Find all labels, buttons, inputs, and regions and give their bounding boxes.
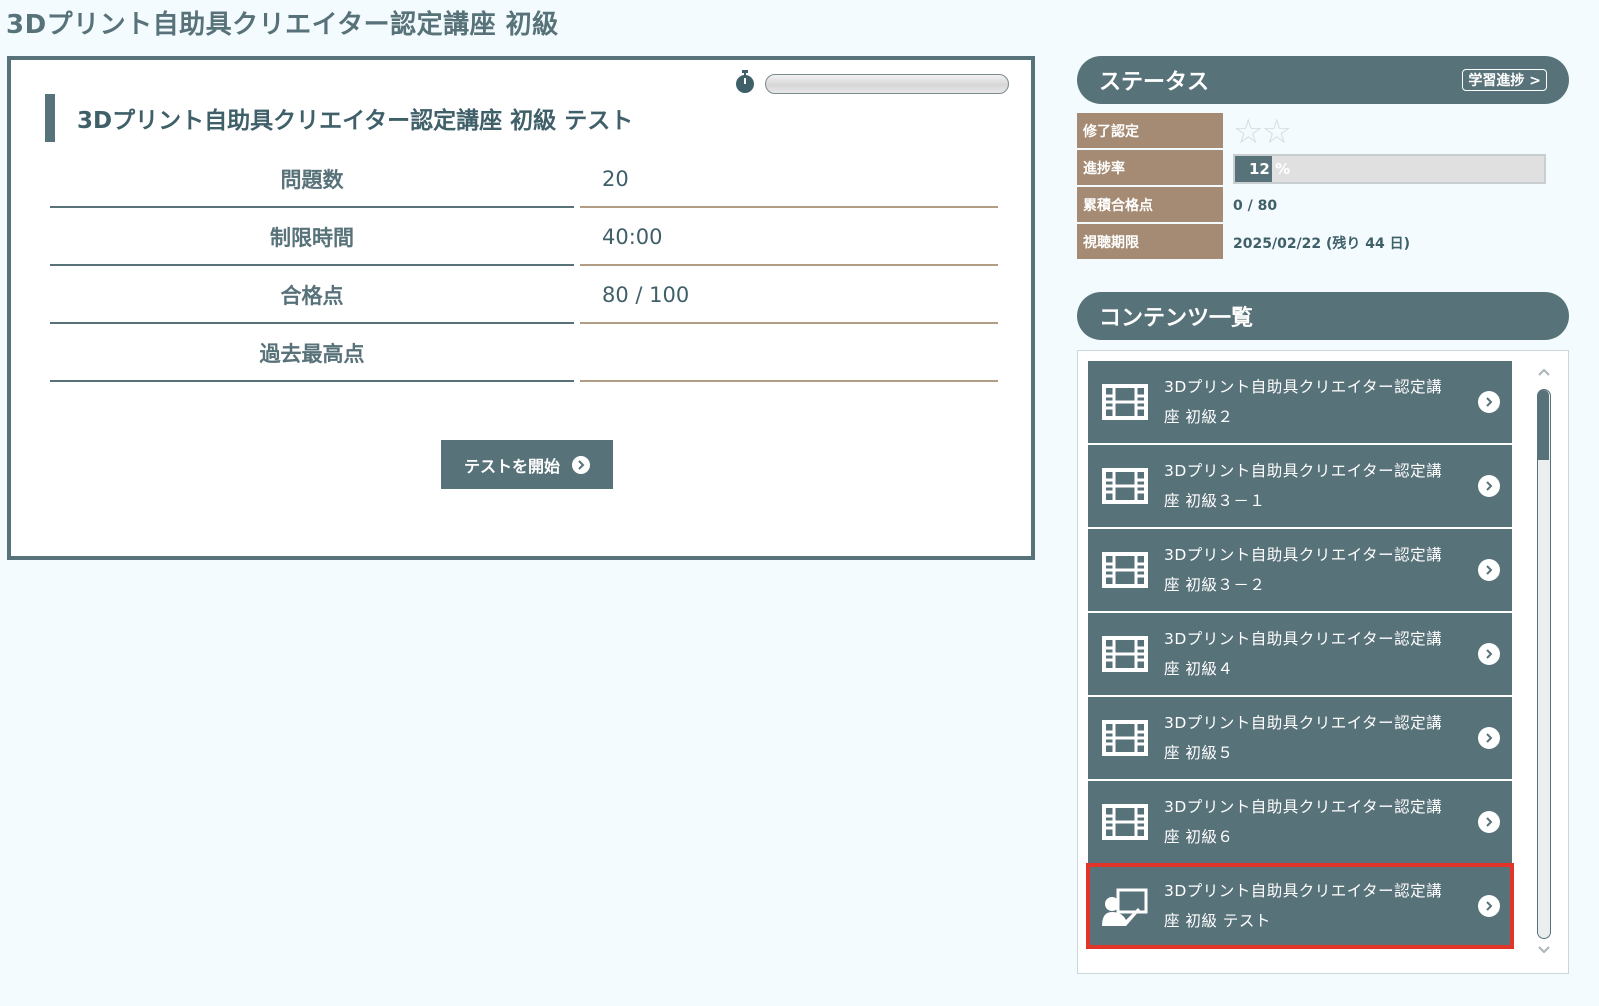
start-test-button[interactable]: テストを開始 (441, 440, 613, 489)
completion-label: 修了認定 (1077, 113, 1223, 148)
content-item-title: 3Dプリント自助具クリエイター認定講座 初級３－１ (1164, 462, 1443, 510)
status-row-score: 累積合格点 0 / 80 (1077, 187, 1557, 224)
content-item-title: 3Dプリント自助具クリエイター認定講座 初級６ (1164, 798, 1443, 846)
test-title: 3Dプリント自助具クリエイター認定講座 初級 テスト (77, 108, 634, 134)
content-item[interactable]: 3Dプリント自助具クリエイター認定講座 初級４ (1088, 613, 1512, 695)
film-icon (1102, 802, 1148, 842)
test-panel: 3Dプリント自助具クリエイター認定講座 初級 テスト 問題数 20 制限時間 4… (7, 56, 1035, 560)
table-row: 過去最高点 (50, 326, 1001, 384)
start-test-label: テストを開始 (463, 456, 560, 476)
teacher-board-icon (1102, 886, 1148, 926)
chevron-right-circle-icon (1478, 895, 1500, 917)
viewing-period-value: 2025/02/22 (残り 44 日) (1233, 235, 1411, 252)
best-score-label: 過去最高点 (50, 326, 574, 382)
stopwatch-icon (736, 70, 754, 93)
contents-header-title: コンテンツ一覧 (1099, 306, 1254, 331)
film-icon (1102, 382, 1148, 422)
content-item-title: 3Dプリント自助具クリエイター認定講座 初級４ (1164, 630, 1443, 678)
progress-bar: 12 % (1233, 153, 1546, 184)
scrollbar[interactable] (1533, 361, 1555, 961)
status-row-completion: 修了認定 ☆ ☆ (1077, 113, 1557, 150)
completion-stars: ☆ ☆ (1223, 113, 1557, 150)
chevron-right-circle-icon (572, 455, 590, 474)
star-empty-icon: ☆ (1233, 111, 1264, 152)
content-item-title: 3Dプリント自助具クリエイター認定講座 初級２ (1164, 378, 1443, 426)
content-list: 3Dプリント自助具クリエイター認定講座 初級２ 3Dプリント自助具クリエイター認定… (1077, 350, 1569, 974)
content-item[interactable]: 3Dプリント自助具クリエイター認定講座 初級３－２ (1088, 529, 1512, 611)
progress-text: 12 % (1249, 159, 1291, 178)
passing-score-value: 80 / 100 (580, 268, 998, 324)
progress-label: 進捗率 (1077, 150, 1223, 185)
content-item-title: 3Dプリント自助具クリエイター認定講座 初級 テスト (1164, 882, 1443, 930)
page-title: 3Dプリント自助具クリエイター認定講座 初級 (6, 10, 559, 40)
timer-bar (765, 74, 1009, 94)
content-item-title: 3Dプリント自助具クリエイター認定講座 初級５ (1164, 714, 1443, 762)
status-row-progress: 進捗率 12 % (1077, 150, 1557, 187)
chevron-right-circle-icon (1478, 643, 1500, 665)
film-icon (1102, 634, 1148, 674)
scroll-down-icon[interactable] (1537, 945, 1551, 955)
scroll-thumb[interactable] (1537, 389, 1551, 939)
best-score-value (580, 326, 998, 382)
star-empty-icon: ☆ (1261, 111, 1292, 152)
film-icon (1102, 466, 1148, 506)
chevron-right-circle-icon (1478, 727, 1500, 749)
status-header: ステータス 学習進捗 > (1077, 56, 1569, 104)
time-limit-value: 40:00 (580, 210, 998, 266)
test-info-table: 問題数 20 制限時間 40:00 合格点 80 / 100 過去最高点 (50, 152, 1001, 384)
table-row: 合格点 80 / 100 (50, 268, 1001, 326)
content-item[interactable]: 3Dプリント自助具クリエイター認定講座 初級３－１ (1088, 445, 1512, 527)
question-count-label: 問題数 (50, 152, 574, 208)
status-header-title: ステータス (1099, 70, 1210, 95)
question-count-value: 20 (580, 152, 998, 208)
content-item[interactable]: 3Dプリント自助具クリエイター認定講座 初級５ (1088, 697, 1512, 779)
test-title-block: 3Dプリント自助具クリエイター認定講座 初級 テスト (45, 94, 633, 142)
content-item[interactable]: 3Dプリント自助具クリエイター認定講座 初級 テスト (1086, 863, 1514, 949)
film-icon (1102, 550, 1148, 590)
film-icon (1102, 718, 1148, 758)
chevron-right-circle-icon (1478, 811, 1500, 833)
chevron-right-circle-icon (1478, 475, 1500, 497)
chevron-right-circle-icon (1478, 391, 1500, 413)
learning-progress-link[interactable]: 学習進捗 > (1462, 69, 1547, 91)
content-item[interactable]: 3Dプリント自助具クリエイター認定講座 初級６ (1088, 781, 1512, 863)
content-item-title: 3Dプリント自助具クリエイター認定講座 初級３－２ (1164, 546, 1443, 594)
viewing-period-label: 視聴期限 (1077, 224, 1223, 259)
table-row: 問題数 20 (50, 152, 1001, 210)
contents-header: コンテンツ一覧 (1077, 292, 1569, 340)
table-row: 制限時間 40:00 (50, 210, 1001, 268)
status-table: 修了認定 ☆ ☆ 進捗率 12 % 累積合格点 0 / 80 視聴期限 2025… (1077, 113, 1557, 261)
content-item[interactable]: 3Dプリント自助具クリエイター認定講座 初級２ (1088, 361, 1512, 443)
accumulated-score-label: 累積合格点 (1077, 187, 1223, 222)
accumulated-score-value: 0 / 80 (1233, 197, 1278, 214)
scroll-up-icon[interactable] (1537, 367, 1551, 377)
passing-score-label: 合格点 (50, 268, 574, 324)
status-row-period: 視聴期限 2025/02/22 (残り 44 日) (1077, 224, 1557, 261)
chevron-right-circle-icon (1478, 559, 1500, 581)
time-limit-label: 制限時間 (50, 210, 574, 266)
